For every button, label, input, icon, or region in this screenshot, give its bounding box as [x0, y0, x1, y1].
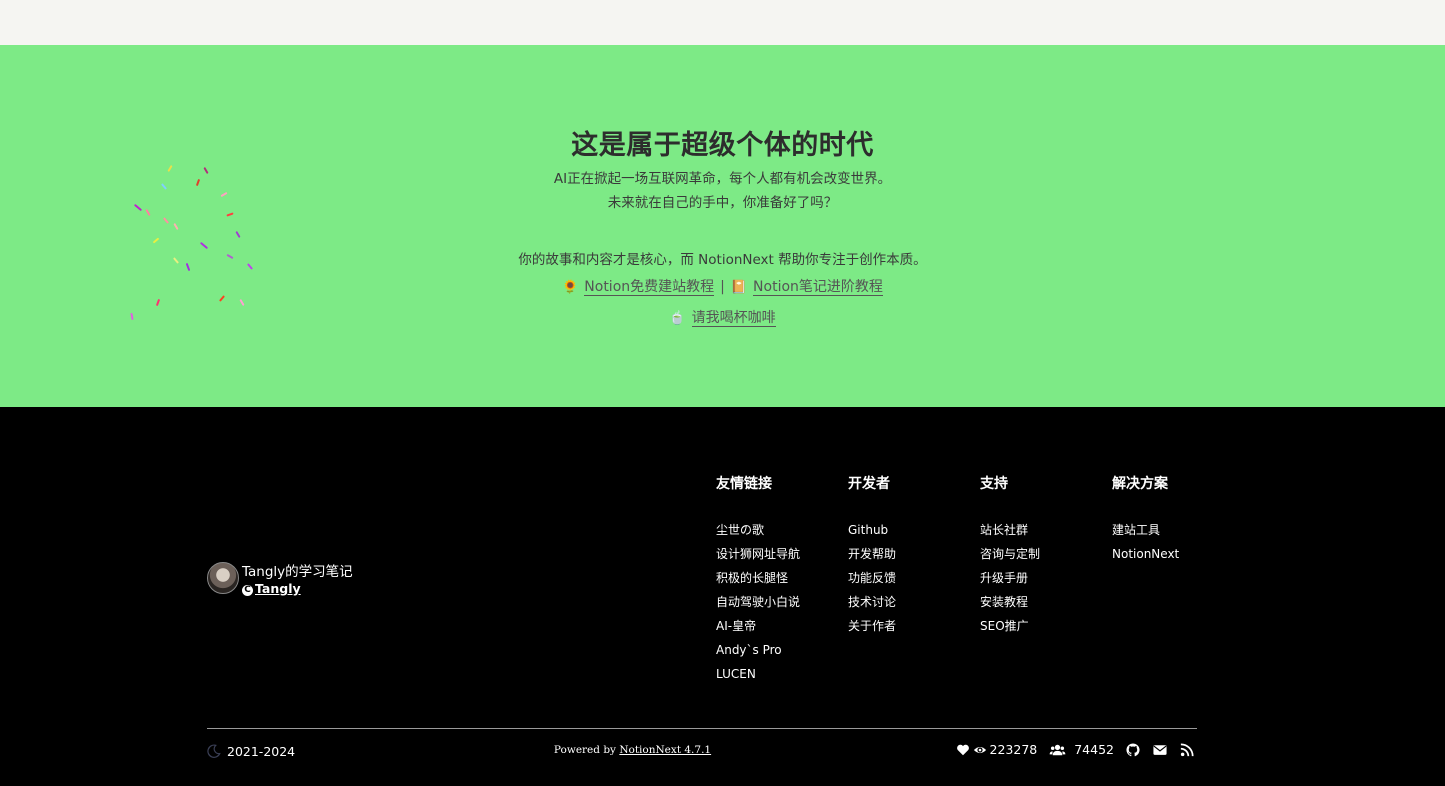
footer-link[interactable]: 尘世の歌 — [716, 523, 764, 537]
site-title[interactable]: Tangly的学习笔记 — [242, 560, 353, 580]
page-views-count: 223278 — [989, 742, 1038, 757]
hero-subtitle-line-2: 未来就在自己的手中，你准备好了吗？ — [607, 195, 838, 211]
link-notes-tutorial[interactable]: Notion笔记进阶教程 — [753, 279, 883, 296]
top-bar — [0, 0, 1445, 45]
notebook-icon: 📔 — [730, 280, 748, 295]
footer-link[interactable]: 自动驾驶小白说 — [716, 595, 800, 609]
author-link[interactable]: Tangly — [255, 581, 301, 596]
users-icon — [1049, 744, 1066, 755]
list-item: 积极的长腿怪 — [716, 566, 800, 590]
author-credit: C Tangly — [242, 581, 301, 596]
footer-link[interactable]: 开发帮助 — [848, 547, 896, 561]
notionnext-version-link[interactable]: NotionNext 4.7.1 — [619, 744, 711, 756]
github-icon[interactable] — [1126, 742, 1140, 757]
avatar[interactable] — [207, 562, 239, 594]
coffee-icon: 🍵 — [669, 311, 686, 326]
hero-title: 这是属于超级个体的时代 — [571, 130, 874, 161]
column-title: 支持 — [980, 476, 1008, 492]
coffee-link-row: 🍵 请我喝杯咖啡 — [0, 307, 1445, 327]
footer-link[interactable]: 升级手册 — [980, 571, 1028, 585]
list-item: 升级手册 — [980, 566, 1040, 590]
footer-link[interactable]: 咨询与定制 — [980, 547, 1040, 561]
copyright-icon: C — [242, 585, 253, 596]
footer-link[interactable]: 站长社群 — [980, 523, 1028, 537]
rss-icon[interactable] — [1180, 742, 1194, 757]
footer-column-support: 支持 站长社群 咨询与定制 升级手册 安装教程 SEO推广 — [980, 474, 1040, 638]
footer-link[interactable]: Github — [848, 523, 888, 537]
footer-link[interactable]: NotionNext — [1112, 547, 1179, 561]
tutorial-links: 🌻 Notion免费建站教程 | 📔 Notion笔记进阶教程 — [0, 276, 1445, 296]
list-item: Github — [848, 518, 896, 542]
column-title: 解决方案 — [1112, 476, 1168, 492]
footer-link[interactable]: 功能反馈 — [848, 571, 896, 585]
footer-link[interactable]: LUCEN — [716, 667, 756, 681]
list-item: 安装教程 — [980, 590, 1040, 614]
list-item: LUCEN — [716, 662, 800, 686]
hero-description: 你的故事和内容才是核心，而 NotionNext 帮助你专注于创作本质。 — [518, 252, 927, 268]
footer-link[interactable]: AI-皇帝 — [716, 619, 756, 633]
footer-link[interactable]: 技术讨论 — [848, 595, 896, 609]
footer-link[interactable]: 积极的长腿怪 — [716, 571, 788, 585]
heart-icon — [956, 744, 969, 755]
list-item: Andy`s Pro — [716, 638, 800, 662]
list-item: 建站工具 — [1112, 518, 1179, 542]
list-item: 开发帮助 — [848, 542, 896, 566]
list-item: AI-皇帝 — [716, 614, 800, 638]
column-title: 开发者 — [848, 476, 890, 492]
eye-icon — [973, 746, 986, 753]
footer-link[interactable]: SEO推广 — [980, 619, 1029, 633]
site-footer: Tangly的学习笔记 C Tangly 友情链接 尘世の歌 设计狮网址导航 积极… — [0, 407, 1445, 786]
list-item: 咨询与定制 — [980, 542, 1040, 566]
mail-icon[interactable] — [1153, 743, 1167, 757]
list-item: 自动驾驶小白说 — [716, 590, 800, 614]
sunflower-icon: 🌻 — [562, 280, 579, 295]
list-item: 设计狮网址导航 — [716, 542, 800, 566]
list-item: 站长社群 — [980, 518, 1040, 542]
hero-subtitle-line-1: AI正在掀起一场互联网革命，每个人都有机会改变世界。 — [553, 171, 892, 187]
footer-link[interactable]: Andy`s Pro — [716, 643, 782, 657]
footer-column-developers: 开发者 Github 开发帮助 功能反馈 技术讨论 关于作者 — [848, 474, 896, 638]
footer-link[interactable]: 建站工具 — [1112, 523, 1160, 537]
link-site-tutorial[interactable]: Notion免费建站教程 — [584, 279, 715, 296]
footer-divider — [207, 728, 1197, 729]
list-item: 功能反馈 — [848, 566, 896, 590]
footer-link[interactable]: 设计狮网址导航 — [716, 547, 800, 561]
footer-link[interactable]: 安装教程 — [980, 595, 1028, 609]
footer-column-friend-links: 友情链接 尘世の歌 设计狮网址导航 积极的长腿怪 自动驾驶小白说 AI-皇帝 A… — [716, 474, 800, 686]
link-separator: | — [720, 279, 725, 295]
hero-banner: 这是属于超级个体的时代 AI正在掀起一场互联网革命，每个人都有机会改变世界。 未… — [0, 45, 1445, 407]
list-item: 关于作者 — [848, 614, 896, 638]
list-item: NotionNext — [1112, 542, 1179, 566]
footer-link[interactable]: 关于作者 — [848, 619, 896, 633]
footer-column-solutions: 解决方案 建站工具 NotionNext — [1112, 474, 1179, 566]
powered-by-label: Powered by — [553, 744, 620, 756]
list-item: 尘世の歌 — [716, 518, 800, 542]
column-title: 友情链接 — [716, 476, 772, 492]
visitors-count: 74452 — [1074, 742, 1114, 757]
list-item: 技术讨论 — [848, 590, 896, 614]
site-stats: 223278 74452 — [956, 742, 1197, 757]
list-item: SEO推广 — [980, 614, 1040, 638]
link-buy-coffee[interactable]: 请我喝杯咖啡 — [691, 310, 776, 327]
